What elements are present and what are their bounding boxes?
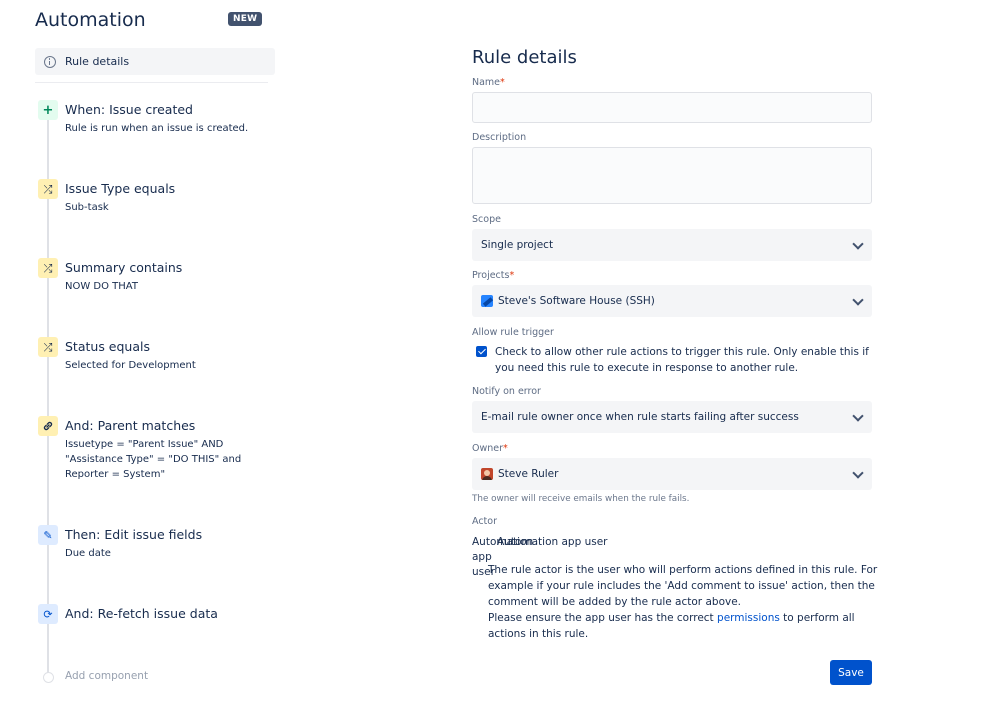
step-title: Issue Type equals	[65, 181, 176, 196]
chevron-down-icon	[852, 294, 864, 306]
step-description: Issuetype = "Parent Issue" AND "Assistan…	[65, 439, 242, 480]
name-input[interactable]	[472, 92, 872, 123]
link-icon	[38, 416, 58, 436]
owner-label: Owner*	[472, 443, 508, 454]
step-title: When: Issue created	[65, 102, 193, 117]
step-title: And: Parent matches	[65, 418, 196, 433]
projects-label: Projects*	[472, 270, 515, 281]
scope-value: Single project	[481, 239, 554, 251]
scope-label: Scope	[472, 214, 501, 225]
description-label: Description	[472, 132, 527, 143]
step-description: Selected for Development	[65, 360, 196, 371]
step-title: And: Re-fetch issue data	[65, 606, 218, 621]
scope-select[interactable]: Single project	[472, 229, 872, 261]
chevron-down-icon	[852, 467, 864, 479]
projects-select[interactable]: Steve's Software House (SSH)	[472, 285, 872, 317]
actor-label: Actor	[472, 516, 497, 527]
step-title: Status equals	[65, 339, 150, 354]
avatar	[481, 468, 493, 480]
name-label: Name*	[472, 77, 505, 88]
allow-rule-trigger-checkbox[interactable]	[476, 346, 487, 357]
actor-help-text: The rule actor is the user who will perf…	[488, 564, 878, 640]
step-title: Then: Edit issue fields	[65, 527, 203, 542]
allow-rule-trigger-label: Allow rule trigger	[472, 327, 554, 338]
add-component-label: Add component	[65, 670, 149, 682]
notify-on-error-value: E-mail rule owner once when rule starts …	[481, 411, 799, 423]
chevron-down-icon	[852, 238, 864, 250]
project-icon	[481, 295, 493, 307]
allow-rule-trigger-text: Check to allow other rule actions to tri…	[495, 346, 869, 374]
permissions-link[interactable]: permissions	[717, 612, 780, 624]
step-description: Rule is run when an issue is created.	[65, 123, 249, 134]
sidebar-divider	[35, 82, 268, 83]
step-description: Due date	[65, 548, 111, 559]
shuffle-icon: ⤮	[38, 337, 58, 357]
rule-details-nav-item[interactable]: Rule details	[35, 48, 275, 75]
pencil-icon: ✎	[38, 525, 58, 545]
step-description: NOW DO THAT	[65, 281, 138, 292]
description-textarea[interactable]	[472, 147, 872, 204]
info-icon	[44, 55, 56, 68]
page-title: Automation	[35, 9, 146, 31]
add-component-dot-icon	[43, 672, 54, 683]
save-button[interactable]: Save	[830, 660, 872, 685]
plus-icon: +	[38, 100, 58, 120]
step-description: Sub-task	[65, 202, 109, 213]
shuffle-icon: ⤮	[38, 258, 58, 278]
form-title: Rule details	[472, 47, 577, 68]
projects-value: Steve's Software House (SSH)	[498, 295, 655, 307]
shuffle-icon: ⤮	[38, 179, 58, 199]
new-badge: NEW	[228, 12, 263, 26]
actor-value: Automation app user	[497, 536, 608, 548]
owner-select[interactable]: Steve Ruler	[472, 458, 872, 490]
rule-details-nav-label: Rule details	[65, 55, 130, 68]
step-title: Summary contains	[65, 260, 183, 275]
owner-helper-text: The owner will receive emails when the r…	[472, 494, 690, 504]
chevron-down-icon	[852, 410, 864, 422]
notify-on-error-select[interactable]: E-mail rule owner once when rule starts …	[472, 401, 872, 433]
refresh-icon: ⟳	[38, 604, 58, 624]
notify-on-error-label: Notify on error	[472, 386, 541, 397]
owner-value: Steve Ruler	[498, 468, 559, 480]
